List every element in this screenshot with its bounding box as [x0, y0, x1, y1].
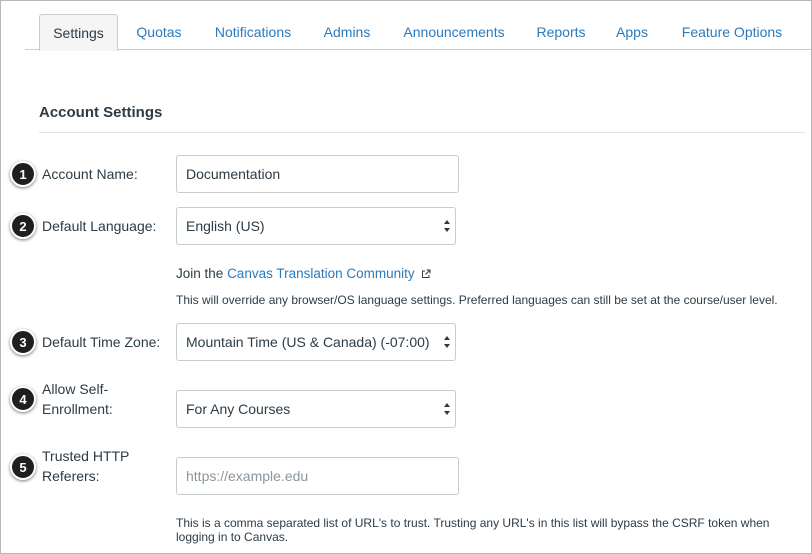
- trusted-referers-label-line2: Referers:: [42, 468, 100, 484]
- tab-admins[interactable]: Admins: [319, 14, 375, 50]
- time-zone-label: Default Time Zone:: [42, 334, 161, 350]
- tab-quotas[interactable]: Quotas: [131, 14, 187, 50]
- section-divider: [39, 132, 805, 133]
- select-arrows-icon: [444, 403, 450, 415]
- callout-1: 1: [10, 161, 36, 187]
- section-title: Account Settings: [39, 104, 163, 121]
- translation-community-line: Join the Canvas Translation Community: [176, 266, 431, 281]
- translation-community-link[interactable]: Canvas Translation Community: [227, 266, 415, 281]
- self-enrollment-select[interactable]: For Any Courses: [176, 390, 456, 428]
- self-enrollment-label-line1: Allow Self-: [42, 381, 109, 397]
- select-arrows-icon: [444, 220, 450, 232]
- callout-2: 2: [10, 213, 36, 239]
- tab-announcements[interactable]: Announcements: [398, 14, 510, 50]
- settings-window: Settings Quotas Notifications Admins Ann…: [0, 0, 812, 554]
- account-name-input[interactable]: Documentation: [176, 155, 459, 193]
- join-prefix: Join the: [176, 266, 224, 281]
- tab-reports[interactable]: Reports: [531, 14, 591, 50]
- callout-3: 3: [10, 329, 36, 355]
- referers-help-text: This is a comma separated list of URL's …: [176, 516, 770, 544]
- external-link-icon: [422, 269, 431, 279]
- callout-5: 5: [10, 454, 36, 480]
- tab-settings[interactable]: Settings: [39, 14, 118, 51]
- tab-apps[interactable]: Apps: [611, 14, 653, 50]
- self-enrollment-value: For Any Courses: [186, 401, 291, 417]
- trusted-referers-label-line1: Trusted HTTP: [42, 448, 130, 464]
- default-language-label: Default Language:: [42, 218, 157, 234]
- time-zone-select[interactable]: Mountain Time (US & Canada) (-07:00): [176, 323, 456, 361]
- select-arrows-icon: [444, 336, 450, 348]
- tab-bar: Settings Quotas Notifications Admins Ann…: [25, 14, 811, 51]
- tab-feature-options[interactable]: Feature Options: [675, 14, 789, 50]
- account-name-label: Account Name:: [42, 166, 138, 182]
- time-zone-value: Mountain Time (US & Canada) (-07:00): [186, 334, 430, 350]
- default-language-value: English (US): [186, 218, 265, 234]
- callout-4: 4: [10, 386, 36, 412]
- self-enrollment-label-line2: Enrollment:: [42, 401, 113, 417]
- default-language-select[interactable]: English (US): [176, 207, 456, 245]
- tab-notifications[interactable]: Notifications: [208, 14, 298, 50]
- trusted-referers-input[interactable]: https://example.edu: [176, 457, 459, 495]
- language-help-text: This will override any browser/OS langua…: [176, 293, 778, 307]
